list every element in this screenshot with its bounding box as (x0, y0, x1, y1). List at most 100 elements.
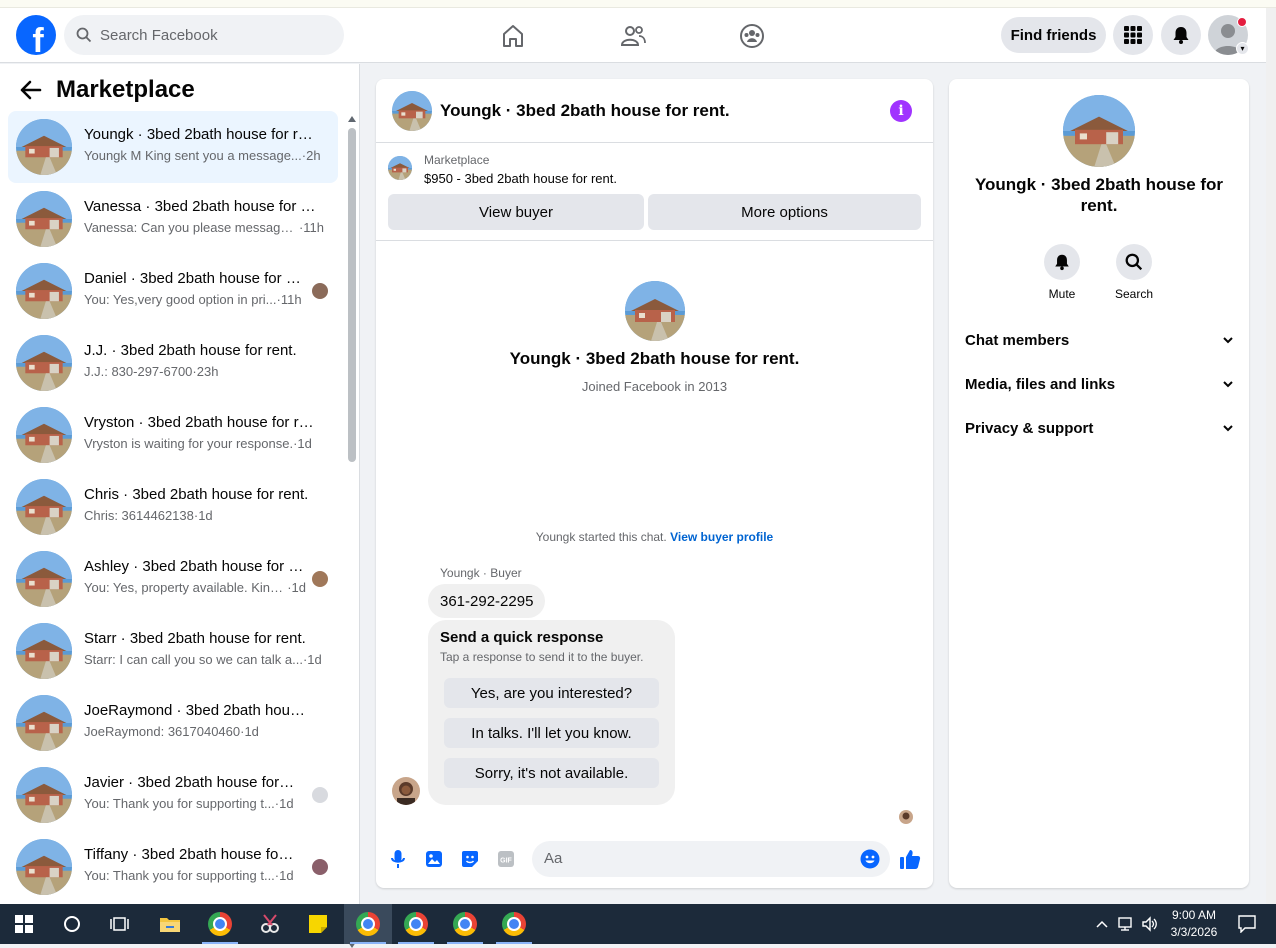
conversation-time: ·11h (276, 292, 302, 307)
listing-thumbnail (625, 281, 685, 341)
conversation-item[interactable]: Daniel · 3bed 2bath house for rent. You:… (8, 255, 338, 327)
photo-icon[interactable] (423, 848, 445, 870)
microphone-icon[interactable] (387, 848, 409, 870)
conversation-title: Javier · 3bed 2bath house for rent. (84, 774, 298, 791)
network-icon[interactable] (1114, 904, 1138, 944)
marketplace-label: Marketplace (424, 153, 490, 167)
chat-members-section[interactable]: Chat members (965, 328, 1233, 352)
mute-bell-icon[interactable] (1044, 244, 1080, 280)
conversation-item[interactable]: Youngk · 3bed 2bath house for rent. Youn… (8, 111, 338, 183)
show-hidden-icons-chevron-icon[interactable] (1090, 904, 1114, 944)
conversation-item[interactable]: Starr · 3bed 2bath house for rent. Starr… (8, 615, 338, 687)
conversation-title: Daniel · 3bed 2bath house for rent. (84, 270, 304, 287)
quick-response-button[interactable]: Yes, are you interested? (444, 678, 659, 708)
scroll-up-arrow-icon[interactable] (348, 116, 356, 122)
conversation-item[interactable]: Chris · 3bed 2bath house for rent. Chris… (8, 471, 338, 543)
quick-response-button[interactable]: Sorry, it's not available. (444, 758, 659, 788)
conversation-title: Vryston · 3bed 2bath house for rent. (84, 414, 320, 431)
windows-start-icon[interactable] (0, 904, 48, 944)
groups-icon[interactable] (732, 16, 772, 56)
chrome-icon[interactable] (196, 904, 244, 944)
conversation-info-panel: Youngk · 3bed 2bath house for rent. Mute… (949, 79, 1249, 888)
chrome-profile-icon[interactable] (344, 904, 392, 944)
mute-button[interactable]: Mute (1032, 244, 1092, 301)
scroll-thumb[interactable] (348, 128, 356, 462)
facebook-header: f Find friends ▾ (0, 8, 1266, 63)
profile-name: Youngk · 3bed 2bath house for rent. (509, 349, 800, 368)
privacy-support-section[interactable]: Privacy & support (965, 416, 1233, 440)
conversation-item[interactable]: Vryston · 3bed 2bath house for rent. Vry… (8, 399, 338, 471)
search-input[interactable] (100, 26, 320, 44)
marketplace-listing-bar: Marketplace $950 - 3bed 2bath house for … (376, 143, 933, 241)
notifications-bell-icon[interactable] (1161, 15, 1201, 55)
system-clock[interactable]: 9:00 AM 3/3/2026 (1160, 907, 1228, 941)
quick-response-button[interactable]: In talks. I'll let you know. (444, 718, 659, 748)
message-input[interactable] (544, 850, 844, 867)
sender-avatar[interactable] (392, 777, 420, 805)
search-conversation-button[interactable]: Search (1104, 244, 1164, 301)
snipping-tool-icon[interactable] (246, 904, 294, 944)
conversation-item[interactable]: Vanessa · 3bed 2bath house for rent. Van… (8, 183, 338, 255)
sticker-icon[interactable] (459, 848, 481, 870)
chevron-down-icon (1223, 380, 1233, 387)
chat-header: Youngk · 3bed 2bath house for rent. i (376, 79, 933, 143)
file-explorer-icon[interactable] (146, 904, 194, 944)
message-bubble[interactable]: 361-292-2295 (428, 584, 546, 618)
conversation-time: ·1d (293, 436, 312, 451)
cortana-search-icon[interactable] (48, 904, 96, 944)
conversation-item[interactable]: Ashley · 3bed 2bath house for rent. You:… (8, 543, 338, 615)
listing-thumbnail (16, 335, 72, 391)
facebook-logo-icon[interactable]: f (16, 15, 56, 55)
conversation-title: Ashley · 3bed 2bath house for rent. (84, 558, 304, 575)
conversation-snippet: You: Thank you for supporting t... (84, 796, 275, 811)
find-friends-button[interactable]: Find friends (1001, 17, 1106, 53)
chat-title[interactable]: Youngk · 3bed 2bath house for rent. (440, 101, 730, 121)
chevron-down-icon[interactable]: ▾ (1236, 42, 1249, 55)
chat-panel: Youngk · 3bed 2bath house for rent. i Ma… (376, 79, 933, 888)
listing-price[interactable]: $950 - 3bed 2bath house for rent. (424, 171, 617, 186)
chrome-profile-icon[interactable] (441, 904, 489, 944)
sidebar-title: Marketplace (56, 76, 195, 103)
emoji-icon[interactable] (860, 849, 880, 869)
conversation-preview: JoeRaymond: 3617040460·1d (84, 724, 324, 739)
back-arrow-icon[interactable] (20, 80, 42, 100)
section-label: Privacy & support (965, 419, 1094, 437)
conversation-title: Youngk · 3bed 2bath house for rent. (84, 126, 320, 143)
conversation-item[interactable]: JoeRaymond · 3bed 2bath house for rent. … (8, 687, 338, 759)
clock-date: 3/3/2026 (1170, 925, 1218, 939)
conversation-title: J.J. · 3bed 2bath house for rent. (84, 342, 297, 359)
task-view-icon[interactable] (96, 904, 144, 944)
quick-response-card: Send a quick response Tap a response to … (428, 620, 675, 805)
conversation-snippet: You: Thank you for supporting t... (84, 868, 275, 883)
more-options-button[interactable]: More options (648, 194, 921, 230)
chrome-profile-icon[interactable] (392, 904, 440, 944)
friends-icon[interactable] (613, 16, 653, 56)
thumbs-up-icon[interactable] (899, 848, 921, 870)
conversation-title: Tiffany · 3bed 2bath house for rent. (84, 846, 298, 863)
chat-started-notice: Youngk started this chat. View buyer pro… (376, 530, 933, 544)
info-icon[interactable]: i (890, 100, 912, 122)
media-files-links-section[interactable]: Media, files and links (965, 372, 1233, 396)
search-bar[interactable] (64, 15, 344, 55)
volume-icon[interactable] (1138, 904, 1162, 944)
conversation-item[interactable]: Tiffany · 3bed 2bath house for rent. You… (8, 831, 338, 903)
chrome-profile-icon[interactable] (490, 904, 538, 944)
menu-grid-icon[interactable] (1113, 15, 1153, 55)
conversation-title: Vanessa · 3bed 2bath house for rent. (84, 198, 320, 215)
conversation-item[interactable]: J.J. · 3bed 2bath house for rent. J.J.: … (8, 327, 338, 399)
svg-text:GIF: GIF (500, 858, 512, 865)
conversation-item[interactable]: Javier · 3bed 2bath house for rent. You:… (8, 759, 338, 831)
browser-scrollbar[interactable] (1266, 8, 1276, 904)
conversation-preview: Starr: I can call you so we can talk a..… (84, 652, 324, 667)
listing-thumbnail[interactable] (392, 91, 432, 131)
sidebar-scrollbar[interactable] (346, 114, 356, 948)
sticky-notes-icon[interactable] (294, 904, 342, 944)
home-icon[interactable] (493, 16, 533, 56)
seen-avatar (312, 283, 328, 299)
message-input-box[interactable] (532, 841, 890, 877)
view-buyer-profile-link[interactable]: View buyer profile (670, 530, 773, 544)
action-center-icon[interactable] (1232, 904, 1262, 944)
search-icon[interactable] (1116, 244, 1152, 280)
view-buyer-button[interactable]: View buyer (388, 194, 644, 230)
marketplace-sidebar: Marketplace Youngk · 3bed 2bath house fo… (0, 64, 360, 948)
